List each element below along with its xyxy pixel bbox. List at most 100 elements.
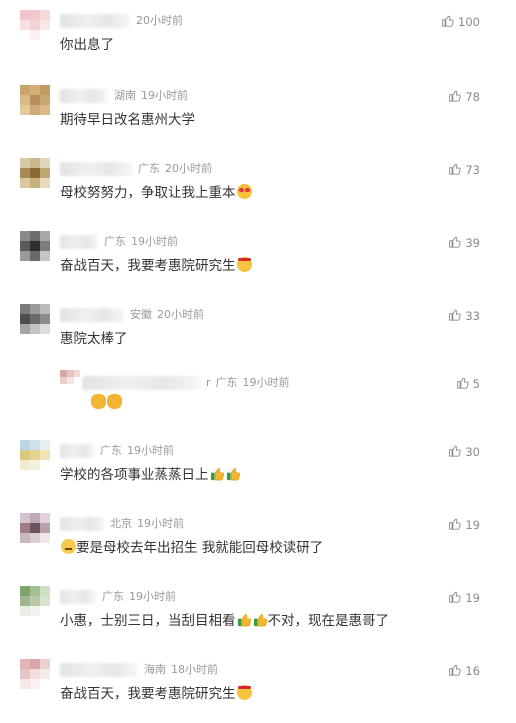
username-redacted[interactable]	[60, 444, 94, 458]
username-redacted[interactable]	[60, 663, 138, 677]
username-redacted[interactable]	[60, 235, 98, 249]
comment-body-tail: 不对，现在是惠哥了	[267, 613, 390, 629]
comment-meta: 安徽 20小时前	[130, 308, 204, 322]
thumbs-up-icon	[448, 590, 462, 606]
comment-meta: r 广东 19小时前	[206, 376, 290, 390]
avatar[interactable]	[20, 85, 50, 115]
thumbs-up-emoji-icon	[253, 612, 268, 627]
username-redacted[interactable]	[60, 162, 132, 176]
comment-time: 18小时前	[171, 663, 218, 676]
like-count: 33	[465, 309, 480, 323]
comment-time: 19小时前	[242, 376, 290, 389]
thumbs-up-icon	[448, 308, 462, 324]
comment-location: 广东	[138, 162, 160, 175]
like-count: 73	[465, 163, 480, 177]
comment-text: 要是母校去年出招生 我就能回母校读研了	[60, 539, 323, 557]
like-button[interactable]: 78	[448, 89, 480, 105]
thumbs-up-emoji-icon	[210, 466, 225, 481]
comment-text: 小惠，士别三日，当刮目相看 不对，现在是惠哥了	[60, 612, 389, 630]
comment-meta: 湖南 19小时前	[114, 89, 188, 103]
like-count: 19	[465, 591, 480, 605]
thumbs-up-icon	[448, 235, 462, 251]
username-redacted[interactable]	[60, 517, 104, 531]
comment-time: 19小时前	[131, 235, 178, 248]
like-button[interactable]: 5	[456, 376, 480, 392]
comment-text: 学校的各项事业蒸蒸日上	[60, 466, 241, 484]
username-redacted[interactable]	[82, 376, 200, 390]
avatar[interactable]	[20, 440, 50, 470]
like-button[interactable]: 30	[448, 444, 480, 460]
comment-meta: 海南 18小时前	[144, 663, 218, 677]
comment-text: 惠院太棒了	[60, 330, 128, 348]
username-redacted[interactable]	[60, 89, 108, 103]
comment-text: 奋战百天，我要考惠院研究生	[60, 257, 252, 275]
avatar[interactable]	[20, 513, 50, 543]
like-button[interactable]: 16	[448, 663, 480, 679]
comment-location: 广东	[102, 590, 124, 603]
username-redacted[interactable]	[60, 308, 124, 322]
comment-body: 奋战百天，我要考惠院研究生	[60, 258, 236, 274]
thumbs-up-emoji-icon	[237, 612, 252, 627]
avatar[interactable]	[20, 304, 50, 334]
thumbs-up-icon	[456, 376, 469, 392]
comment-meta: 北京 19小时前	[110, 517, 184, 531]
like-button[interactable]: 19	[448, 590, 480, 606]
like-button[interactable]: 19	[448, 517, 480, 533]
comment-body: 惠院太棒了	[60, 331, 128, 347]
comment-location: 安徽	[130, 308, 152, 321]
thumbs-up-icon	[448, 517, 462, 533]
like-button[interactable]: 73	[448, 162, 480, 178]
thumbs-up-emoji-icon	[226, 466, 241, 481]
comment-text: 母校努努力，争取让我上重本	[60, 184, 252, 202]
comment-time: 19小时前	[129, 590, 176, 603]
comment-body: 奋战百天，我要考惠院研究生	[60, 686, 236, 702]
thumbs-up-icon	[441, 14, 454, 30]
comment-location: 海南	[144, 663, 166, 676]
thumbs-up-icon	[448, 89, 462, 105]
hand-emoji-icon	[91, 394, 106, 409]
comment-meta: 广东 19小时前	[100, 444, 174, 458]
username-redacted[interactable]	[60, 14, 130, 28]
like-count: 100	[458, 15, 480, 29]
username-redacted[interactable]	[60, 590, 96, 604]
comment-meta: 广东 20小时前	[138, 162, 212, 176]
thumbs-up-icon	[448, 162, 462, 178]
comment-time: 19小时前	[137, 517, 184, 530]
avatar[interactable]	[20, 586, 50, 616]
comment-time: 19小时前	[127, 444, 174, 457]
comment-body: 期待早日改名惠州大学	[60, 112, 195, 128]
like-count: 78	[465, 90, 480, 104]
comment-text: 期待早日改名惠州大学	[60, 111, 195, 129]
comment-body: 小惠，士别三日，当刮目相看	[60, 613, 236, 629]
hand-emoji-icon	[107, 394, 122, 409]
username-tail: r	[206, 376, 211, 389]
avatar[interactable]	[20, 10, 50, 40]
comment-text	[90, 394, 122, 412]
like-count: 30	[465, 445, 480, 459]
comment-meta: 广东 19小时前	[102, 590, 176, 604]
comment-body: 母校努努力，争取让我上重本	[60, 185, 236, 201]
like-count: 19	[465, 518, 480, 532]
comment-text: 你出息了	[60, 36, 114, 54]
avatar[interactable]	[20, 231, 50, 261]
comment-body: 你出息了	[60, 37, 114, 53]
comment-time: 20小时前	[165, 162, 212, 175]
comment-location: 广东	[215, 376, 238, 389]
like-button[interactable]: 33	[448, 308, 480, 324]
thumbs-up-icon	[448, 444, 462, 460]
comment-text: 奋战百天，我要考惠院研究生	[60, 685, 252, 703]
love-emoji-icon	[236, 184, 252, 199]
comment-body: 学校的各项事业蒸蒸日上	[60, 467, 209, 483]
thumbs-up-icon	[448, 663, 462, 679]
avatar[interactable]	[60, 370, 80, 390]
comment-location: 北京	[110, 517, 132, 530]
like-count: 5	[472, 377, 480, 391]
comment-location: 广东	[104, 235, 126, 248]
comment-time: 20小时前	[157, 308, 204, 321]
avatar[interactable]	[20, 659, 50, 689]
like-button[interactable]: 100	[441, 14, 480, 30]
like-count: 16	[465, 664, 480, 678]
avatar[interactable]	[20, 158, 50, 188]
like-button[interactable]: 39	[448, 235, 480, 251]
fight-emoji-icon	[236, 257, 252, 272]
